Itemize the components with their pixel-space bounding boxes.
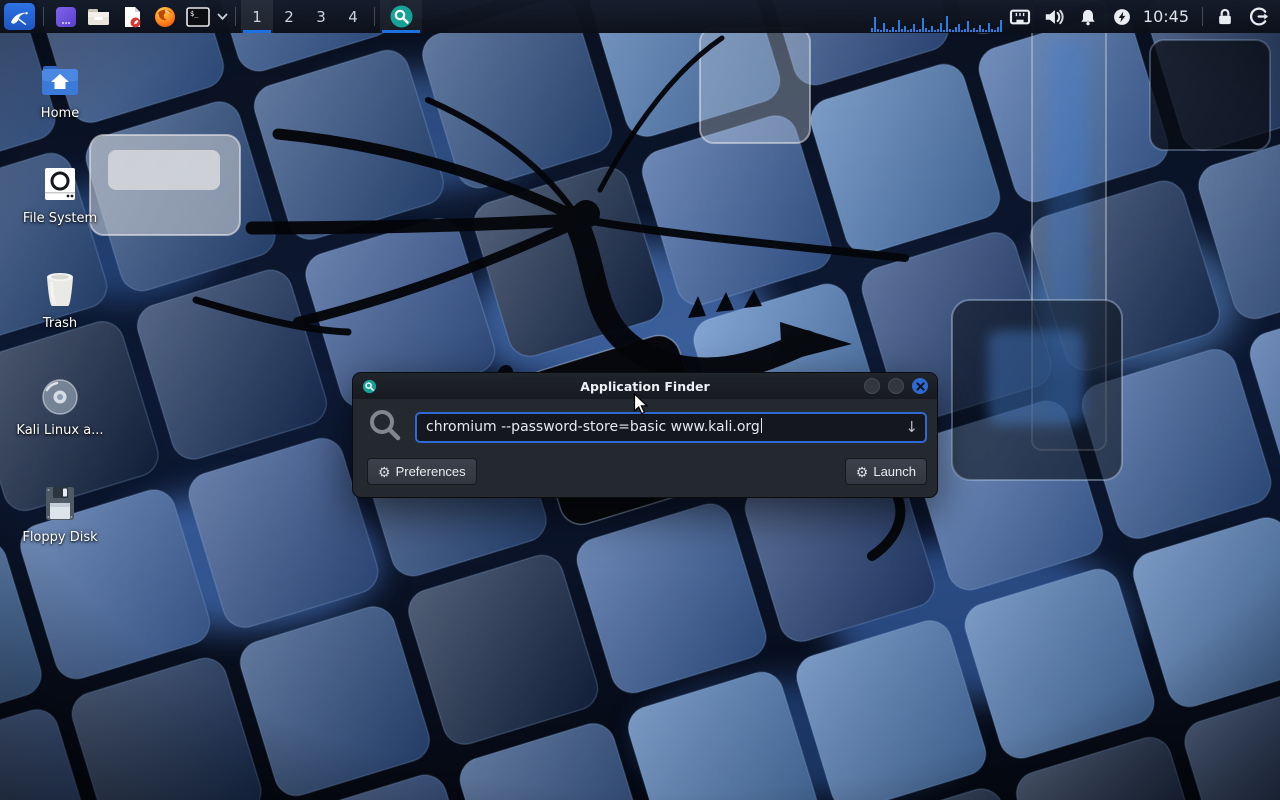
launcher-text-editor[interactable] (115, 0, 148, 33)
launcher-file-manager[interactable] (82, 0, 115, 33)
launcher-app-window[interactable] (49, 0, 82, 33)
chevron-down-icon (217, 13, 228, 21)
cpu-graph-bars (871, 4, 1003, 32)
volume-icon (1043, 7, 1065, 27)
launcher-terminal[interactable]: $_ (181, 0, 214, 33)
command-input-text: chromium --password-store=basic www.kali… (426, 419, 760, 435)
desktop-icon-label: Home (41, 106, 79, 121)
window-title: Application Finder (353, 379, 937, 394)
desktop-icon-home[interactable]: Home (12, 58, 108, 121)
desktop-icon-kali-cd[interactable]: Kali Linux a... (12, 375, 108, 438)
notifications-bell-icon (1078, 7, 1098, 27)
lock-icon (1215, 7, 1235, 27)
minimize-button[interactable] (864, 378, 880, 394)
panel-separator (1202, 7, 1203, 26)
workspace-1[interactable]: 1 (241, 0, 273, 33)
desktop-screen: Home File System Trash Kali Linux a... (0, 0, 1280, 800)
workspace-4[interactable]: 4 (337, 0, 369, 33)
preferences-button[interactable]: ⚙ Preferences (367, 458, 477, 485)
mouse-cursor (633, 393, 649, 415)
power-manager-icon (1112, 7, 1132, 27)
workspace-label: 4 (348, 8, 358, 26)
kali-menu-button[interactable] (4, 3, 35, 30)
entry-dropdown-arrow-icon[interactable]: ↓ (905, 414, 918, 441)
tray-volume[interactable] (1037, 0, 1071, 33)
preferences-label: Preferences (396, 464, 466, 479)
workspace-2[interactable]: 2 (273, 0, 305, 33)
panel-clock[interactable]: 10:45 (1139, 0, 1197, 33)
kali-menu-icon (9, 7, 31, 27)
floppy-disk-icon (38, 482, 82, 526)
tray-power-manager[interactable] (1105, 0, 1139, 33)
firefox-icon (153, 5, 177, 29)
tray-network[interactable] (1003, 0, 1037, 33)
desktop-icon-label: Kali Linux a... (16, 423, 103, 438)
terminal-dropdown-chevron[interactable] (214, 0, 230, 33)
cdrom-disc-icon (38, 375, 82, 419)
filesystem-drive-icon (38, 163, 82, 207)
terminal-icon-glyph: $_ (190, 10, 199, 18)
desktop-icon-trash[interactable]: Trash (12, 268, 108, 331)
search-icon (367, 408, 403, 446)
application-finder-window: Application Finder chromium --password (352, 372, 938, 498)
logout-icon (1249, 6, 1270, 27)
workspace-3[interactable]: 3 (305, 0, 337, 33)
workspace-label: 3 (316, 8, 326, 26)
clock-text: 10:45 (1143, 7, 1189, 26)
trash-icon (38, 268, 82, 312)
desktop-icon-filesystem[interactable]: File System (12, 163, 108, 226)
panel-separator (374, 7, 375, 26)
workspace-label: 1 (252, 8, 262, 26)
launch-gear-icon: ⚙ (856, 465, 869, 479)
panel-separator (235, 7, 236, 26)
desktop-icon-label: Floppy Disk (22, 530, 97, 545)
command-input[interactable]: chromium --password-store=basic www.kali… (415, 412, 927, 443)
launch-button[interactable]: ⚙ Launch (845, 458, 927, 485)
launcher-firefox[interactable] (148, 0, 181, 33)
appfinder-icon (389, 4, 414, 29)
app-window-icon (54, 5, 78, 29)
panel-separator (43, 7, 44, 26)
desktop-icon-floppy[interactable]: Floppy Disk (12, 482, 108, 545)
terminal-icon: $_ (185, 5, 211, 29)
home-folder-icon (38, 58, 82, 102)
close-icon (916, 382, 925, 391)
top-panel: $_ 1 2 3 4 (0, 0, 1280, 33)
launch-label: Launch (873, 464, 916, 479)
workspace-label: 2 (284, 8, 294, 26)
network-icon (1009, 8, 1031, 26)
appfinder-titlebar-icon (362, 379, 377, 394)
tray-logout[interactable] (1242, 0, 1276, 33)
tray-lock-screen[interactable] (1208, 0, 1242, 33)
cpu-graph[interactable] (871, 0, 1003, 33)
text-caret (761, 418, 763, 433)
desktop-icon-label: File System (23, 211, 97, 226)
maximize-button[interactable] (888, 378, 904, 394)
panel-spacer (422, 0, 871, 33)
tray-notifications[interactable] (1071, 0, 1105, 33)
close-button[interactable] (912, 378, 928, 394)
desktop-icon-label: Trash (43, 316, 77, 331)
taskbar-application-finder[interactable] (380, 0, 422, 33)
gear-icon: ⚙ (378, 465, 391, 479)
file-manager-icon (86, 5, 111, 29)
text-editor-icon (120, 5, 144, 29)
